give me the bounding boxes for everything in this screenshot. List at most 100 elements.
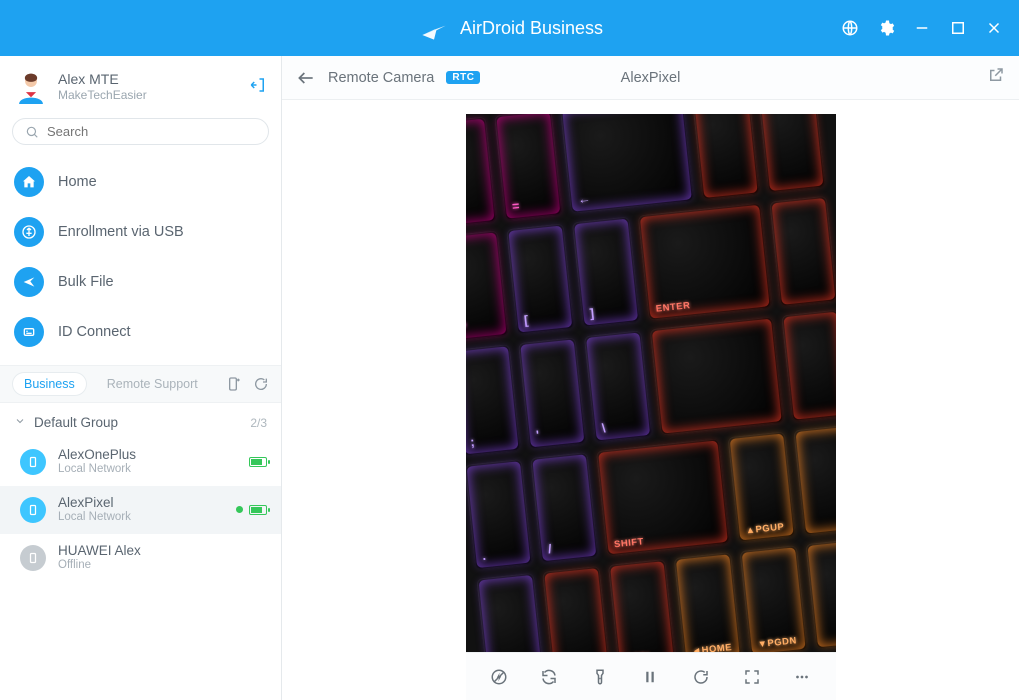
camera-toolbar bbox=[466, 652, 836, 700]
device-title: AlexPixel bbox=[621, 70, 681, 86]
device-sub: Local Network bbox=[58, 463, 136, 477]
usb-icon bbox=[14, 217, 44, 247]
key bbox=[649, 317, 783, 436]
home-icon bbox=[14, 167, 44, 197]
key: CTRL bbox=[607, 559, 676, 652]
nav: Home Enrollment via USB Bulk File ID Con… bbox=[0, 155, 281, 365]
user-org: MakeTechEasier bbox=[58, 88, 147, 103]
avatar bbox=[14, 70, 48, 104]
nav-idconnect[interactable]: ID Connect bbox=[0, 307, 281, 357]
gear-icon[interactable] bbox=[877, 19, 895, 37]
back-button[interactable]: Remote Camera RTC bbox=[296, 68, 480, 88]
group-name: Default Group bbox=[34, 415, 118, 430]
key: ← bbox=[559, 114, 693, 214]
pause-icon[interactable] bbox=[636, 663, 664, 691]
key: ▲PGUP bbox=[727, 431, 796, 543]
nav-enroll[interactable]: Enrollment via USB bbox=[0, 207, 281, 257]
key bbox=[542, 566, 611, 652]
rotate-icon[interactable] bbox=[687, 663, 715, 691]
minimize-icon[interactable] bbox=[913, 19, 931, 37]
logout-icon[interactable] bbox=[249, 76, 267, 99]
nav-label: Home bbox=[58, 174, 97, 190]
search-icon bbox=[25, 125, 39, 139]
camera-feed: - = ← P [ ] ENTER ; ' \ bbox=[466, 114, 836, 652]
nav-label: ID Connect bbox=[58, 324, 131, 340]
key: = bbox=[494, 114, 563, 221]
key: ▼PGDN bbox=[739, 545, 808, 652]
key: SHIFT bbox=[595, 438, 729, 557]
key bbox=[757, 114, 826, 193]
maximize-icon[interactable] bbox=[949, 19, 967, 37]
switch-camera-icon[interactable] bbox=[535, 663, 563, 691]
app-brand: AirDroid Business bbox=[420, 14, 603, 42]
key: ENTER bbox=[637, 203, 771, 322]
arrow-left-icon bbox=[296, 68, 316, 88]
device-item[interactable]: AlexOnePlus Local Network bbox=[0, 438, 281, 486]
key: ALT GR bbox=[476, 572, 545, 652]
user-row[interactable]: Alex MTE MakeTechEasier bbox=[0, 56, 281, 112]
device-icon bbox=[20, 497, 46, 523]
rtc-badge: RTC bbox=[446, 71, 480, 84]
fullscreen-icon[interactable] bbox=[738, 663, 766, 691]
key bbox=[793, 424, 836, 536]
key: \ bbox=[583, 331, 652, 443]
device-item[interactable]: AlexPixel Local Network bbox=[0, 486, 281, 534]
device-sub: Offline bbox=[58, 559, 141, 573]
device-item[interactable]: HUAWEI Alex Offline bbox=[0, 534, 281, 582]
connection-dot bbox=[236, 506, 243, 513]
nav-home[interactable]: Home bbox=[0, 157, 281, 207]
key bbox=[781, 310, 836, 422]
titlebar-controls bbox=[841, 19, 1019, 37]
nav-bulk[interactable]: Bulk File bbox=[0, 257, 281, 307]
key: / bbox=[530, 452, 599, 564]
keyboard-image: - = ← P [ ] ENTER ; ' \ bbox=[466, 114, 836, 652]
key: ] bbox=[571, 217, 640, 329]
user-name: Alex MTE bbox=[58, 71, 147, 89]
group-header[interactable]: Default Group 2/3 bbox=[0, 403, 281, 438]
main-header: Remote Camera RTC AlexPixel bbox=[282, 56, 1019, 100]
battery-icon bbox=[249, 457, 267, 467]
id-icon bbox=[14, 317, 44, 347]
flashlight-icon[interactable] bbox=[586, 663, 614, 691]
no-flash-icon[interactable] bbox=[485, 663, 513, 691]
more-icon[interactable] bbox=[788, 663, 816, 691]
key: - bbox=[466, 116, 497, 228]
nav-label: Bulk File bbox=[58, 274, 114, 290]
search-input[interactable] bbox=[47, 124, 256, 139]
device-name: AlexOnePlus bbox=[58, 447, 136, 463]
tab-remote-support[interactable]: Remote Support bbox=[95, 372, 210, 396]
key bbox=[691, 114, 760, 200]
bulk-file-icon bbox=[14, 267, 44, 297]
device-icon bbox=[20, 449, 46, 475]
battery-icon bbox=[249, 505, 267, 515]
device-icon bbox=[20, 545, 46, 571]
back-label: Remote Camera bbox=[328, 70, 434, 86]
group-count: 2/3 bbox=[250, 416, 267, 430]
sidebar-tabs: Business Remote Support bbox=[0, 365, 281, 403]
airdroid-logo-icon bbox=[420, 14, 448, 42]
main-panel: Remote Camera RTC AlexPixel - = ← bbox=[282, 56, 1019, 700]
key: P bbox=[466, 230, 509, 342]
device-name: AlexPixel bbox=[58, 495, 131, 511]
key: [ bbox=[506, 223, 575, 335]
device-name: HUAWEI Alex bbox=[58, 543, 141, 559]
key bbox=[805, 538, 836, 650]
device-sub: Local Network bbox=[58, 511, 131, 525]
key bbox=[769, 196, 836, 308]
tab-business[interactable]: Business bbox=[12, 372, 87, 396]
key: . bbox=[466, 458, 533, 570]
search-input-wrap[interactable] bbox=[12, 118, 269, 145]
key: ; bbox=[466, 344, 521, 456]
key: ' bbox=[518, 338, 587, 450]
key: ◄HOME bbox=[673, 552, 742, 652]
globe-icon[interactable] bbox=[841, 19, 859, 37]
add-device-icon[interactable] bbox=[225, 376, 241, 392]
sidebar: Alex MTE MakeTechEasier Home Enrollment … bbox=[0, 56, 282, 700]
open-external-icon[interactable] bbox=[987, 66, 1005, 89]
camera-wrap: - = ← P [ ] ENTER ; ' \ bbox=[466, 114, 836, 700]
titlebar: AirDroid Business bbox=[0, 0, 1019, 56]
refresh-icon[interactable] bbox=[253, 376, 269, 392]
chevron-down-icon bbox=[14, 415, 28, 430]
close-icon[interactable] bbox=[985, 19, 1003, 37]
nav-label: Enrollment via USB bbox=[58, 224, 184, 240]
